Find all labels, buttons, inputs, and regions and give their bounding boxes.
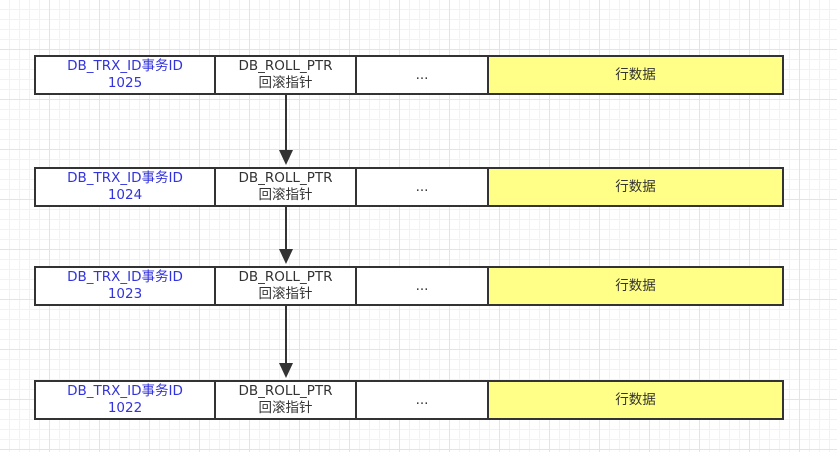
roll-ptr-arrow-2 bbox=[279, 207, 293, 264]
roll-ptr-arrow-1 bbox=[279, 95, 293, 165]
undo-log-version-chain: DB_TRX_ID事务ID 1025 DB_ROLL_PTR 回滚指针 ... … bbox=[0, 0, 837, 452]
roll-ptr-arrows bbox=[279, 95, 293, 378]
roll-ptr-arrow-3 bbox=[279, 306, 293, 378]
